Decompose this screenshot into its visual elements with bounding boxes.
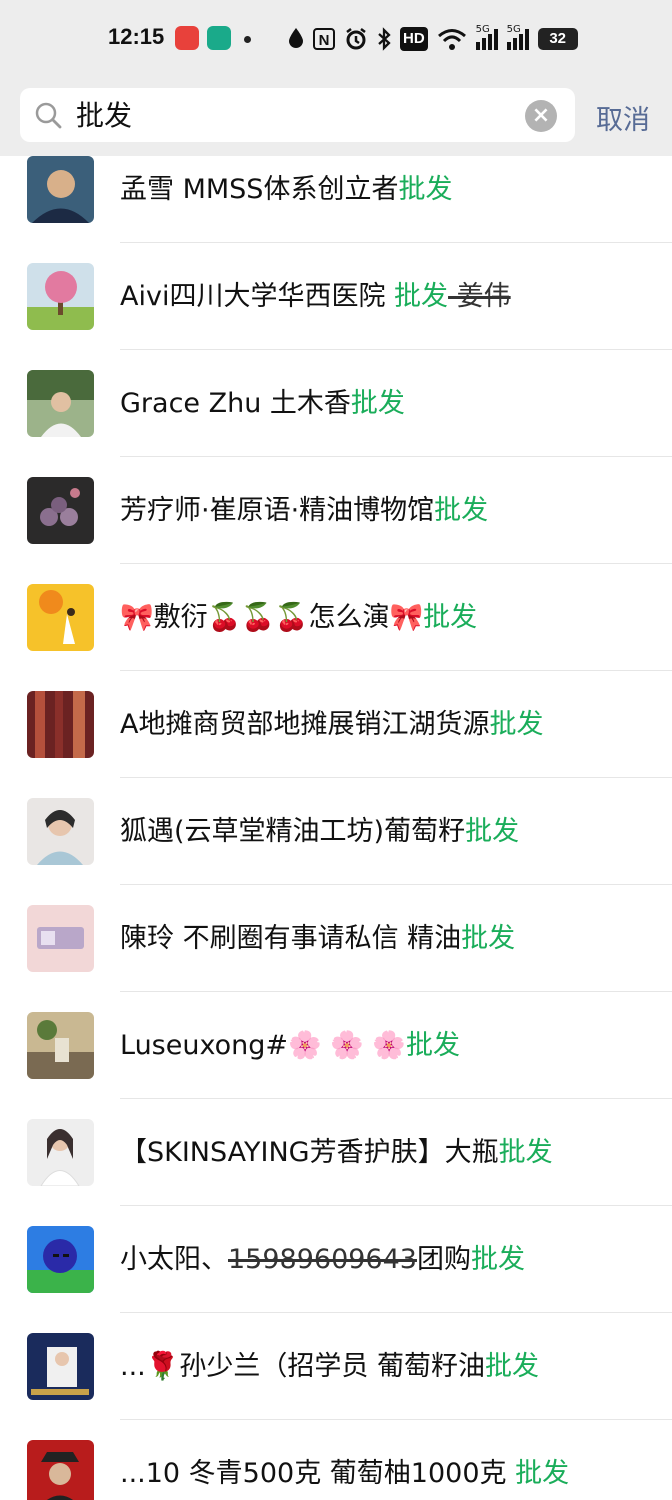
- signal-5g-icon: 5G: [506, 24, 529, 50]
- avatar: [27, 584, 94, 651]
- signal-5g-icon: 5G: [475, 24, 498, 50]
- search-results-list: 孟雪 MMSS体系创立者批发 Aivi四川大学华西医院 批发 姜伟 Grace …: [0, 156, 672, 1500]
- list-item[interactable]: A地摊商贸部地摊展销江湖货源批发: [0, 671, 672, 778]
- wifi-icon: [437, 27, 467, 51]
- list-item[interactable]: Luseuxong#🌸 🌸 🌸批发: [0, 992, 672, 1099]
- contact-name: 狐遇(云草堂精油工坊)葡萄籽批发: [120, 816, 520, 847]
- clear-search-button[interactable]: ×: [525, 100, 557, 132]
- mi-home-app-icon: [207, 26, 231, 50]
- contact-name: 芳疗师·崔原语·精油博物馆批发: [120, 495, 489, 526]
- contact-name: ...10 冬青500克 葡萄柚1000克 批发: [120, 1458, 570, 1489]
- contact-name: 小太阳、15989609643团购批发: [120, 1244, 525, 1275]
- list-item[interactable]: 陳玲 不刷圈有事请私信 精油批发: [0, 885, 672, 992]
- avatar: [27, 1119, 94, 1186]
- avatar: [27, 1440, 94, 1500]
- avatar: [27, 263, 94, 330]
- search-icon: [34, 101, 62, 129]
- avatar: [27, 1226, 94, 1293]
- data-saver-icon: [288, 27, 304, 51]
- avatar: [27, 798, 94, 865]
- list-item[interactable]: 🎀敷衍🍒🍒🍒怎么演🎀批发: [0, 564, 672, 671]
- list-item[interactable]: 孟雪 MMSS体系创立者批发: [0, 156, 672, 243]
- avatar: [27, 477, 94, 544]
- xiaohongshu-app-icon: [175, 26, 199, 50]
- hd-volte-icon: HD: [400, 27, 428, 51]
- contact-name: 孟雪 MMSS体系创立者批发: [120, 174, 453, 205]
- list-item[interactable]: 【SKINSAYING芳香护肤】大瓶批发: [0, 1099, 672, 1206]
- cancel-button[interactable]: 取消: [596, 98, 650, 137]
- contact-name: Aivi四川大学华西医院 批发 姜伟: [120, 281, 511, 312]
- avatar: [27, 1012, 94, 1079]
- search-box[interactable]: ×: [20, 88, 575, 144]
- list-item[interactable]: 小太阳、15989609643团购批发: [0, 1206, 672, 1313]
- list-item[interactable]: Aivi四川大学华西医院 批发 姜伟: [0, 243, 672, 350]
- list-item[interactable]: 芳疗师·崔原语·精油博物馆批发: [0, 457, 672, 564]
- avatar: [27, 691, 94, 758]
- list-item[interactable]: ...🌹孙少兰（招学员 葡萄籽油批发: [0, 1313, 672, 1420]
- notification-dot: [244, 36, 251, 43]
- search-bar: × 取消: [0, 78, 672, 156]
- contact-name: A地摊商贸部地摊展销江湖货源批发: [120, 709, 544, 740]
- list-item[interactable]: 狐遇(云草堂精油工坊)葡萄籽批发: [0, 778, 672, 885]
- avatar: [27, 156, 94, 223]
- status-time: 12:15: [108, 24, 165, 49]
- list-item[interactable]: ...10 冬青500克 葡萄柚1000克 批发: [0, 1420, 672, 1500]
- battery-icon: 32: [537, 28, 578, 50]
- avatar: [27, 370, 94, 437]
- contact-name: 【SKINSAYING芳香护肤】大瓶批发: [120, 1137, 553, 1168]
- bluetooth-icon: [377, 27, 391, 51]
- contact-name: ...🌹孙少兰（招学员 葡萄籽油批发: [120, 1351, 539, 1382]
- alarm-icon: [344, 27, 368, 51]
- contact-name: Grace Zhu 土木香批发: [120, 388, 405, 419]
- avatar: [27, 1333, 94, 1400]
- nfc-icon: N: [313, 28, 335, 50]
- contact-name: 🎀敷衍🍒🍒🍒怎么演🎀批发: [120, 602, 478, 633]
- contact-name: Luseuxong#🌸 🌸 🌸批发: [120, 1030, 461, 1061]
- list-item[interactable]: Grace Zhu 土木香批发: [0, 350, 672, 457]
- search-input[interactable]: [74, 88, 518, 144]
- status-icons: N HD 5G 5G 32: [288, 24, 578, 54]
- contact-name: 陳玲 不刷圈有事请私信 精油批发: [120, 923, 516, 954]
- avatar: [27, 905, 94, 972]
- status-bar: 12:15 N HD 5G 5G 32: [0, 0, 672, 78]
